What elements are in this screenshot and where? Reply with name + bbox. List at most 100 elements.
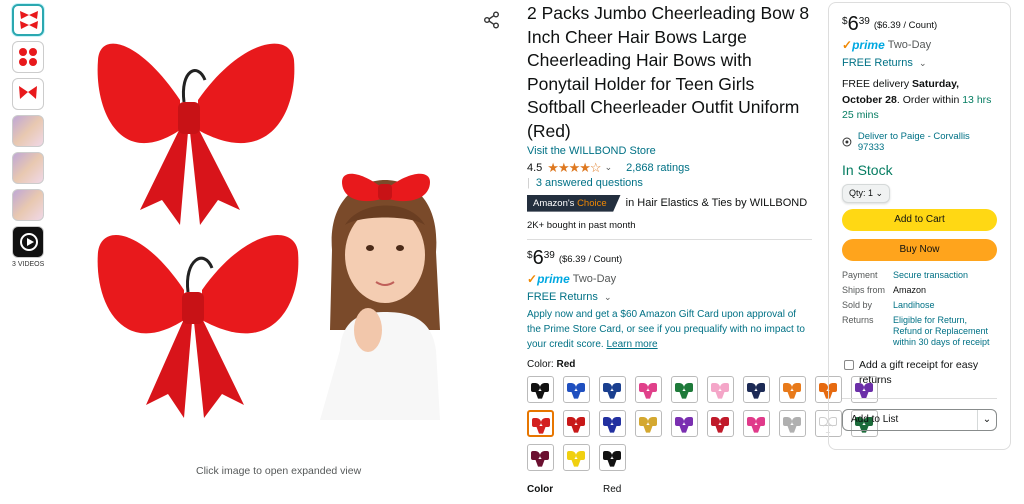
color-swatch[interactable]	[563, 409, 590, 437]
color-swatch[interactable]	[743, 375, 770, 403]
free-returns-link[interactable]: FREE Returns ⌄	[527, 291, 812, 303]
seller-link[interactable]: Landihose	[893, 300, 997, 311]
buybox-free-returns-label: FREE Returns	[842, 57, 913, 69]
share-icon[interactable]	[483, 11, 501, 29]
add-to-list-control: Add to List ⌄	[842, 408, 997, 431]
thumbnail-video[interactable]	[12, 226, 44, 258]
free-delivery-text: FREE delivery	[842, 78, 913, 90]
seller-info: Payment Secure transaction Ships from Am…	[842, 270, 997, 348]
videos-count-label: 3 VIDEOS	[12, 261, 45, 268]
color-swatch[interactable]	[527, 375, 554, 403]
play-icon	[20, 233, 38, 251]
star-rating-icon[interactable]: ★★★★☆	[547, 160, 601, 176]
prime-badge[interactable]: ✓ prime Two-Day	[527, 272, 812, 286]
add-to-cart-button[interactable]: Add to Cart	[842, 208, 997, 231]
thumbnail-photo-3[interactable]	[12, 189, 44, 221]
secure-transaction-link[interactable]: Secure transaction	[893, 270, 997, 281]
ships-from-key: Ships from	[842, 284, 886, 295]
color-swatch[interactable]	[599, 443, 626, 471]
spec-color-value: Red	[603, 483, 622, 495]
amazons-choice-row: Amazon's Choice in Hair Elastics & Ties …	[527, 194, 812, 212]
thumbnail-photo-2[interactable]	[12, 152, 44, 184]
color-spec-row: Color Red	[527, 484, 812, 495]
color-swatch[interactable]	[635, 375, 662, 403]
color-swatch[interactable]	[599, 409, 626, 437]
color-swatch[interactable]	[563, 443, 590, 471]
store-link[interactable]: Visit the WILLBOND Store	[527, 145, 812, 157]
deliver-to-location[interactable]: Deliver to Paige - Corvallis 97333	[842, 131, 997, 153]
color-swatch[interactable]	[599, 375, 626, 403]
selected-color: Red	[556, 358, 576, 370]
color-swatch[interactable]	[779, 375, 806, 403]
color-swatch[interactable]	[527, 443, 554, 471]
chevron-down-icon[interactable]: ⌄	[605, 162, 613, 173]
color-label: Color:	[527, 358, 554, 370]
badge-category[interactable]: in Hair Elastics & Ties by WILLBOND	[626, 197, 808, 209]
buy-box: $ 6 39 ($6.39 / Count) ✓ prime Two-Day F…	[828, 2, 1011, 450]
buy-now-button[interactable]: Buy Now	[842, 238, 997, 261]
amazons-choice-badge: Amazon's Choice	[527, 194, 621, 212]
prime-two-day: Two-Day	[572, 272, 617, 285]
buybox-prime-badge[interactable]: ✓ prime Two-Day	[842, 38, 997, 52]
delivery-info: FREE delivery Saturday, October 28. Orde…	[842, 77, 997, 124]
store-card-offer[interactable]: Apply now and get a $60 Amazon Gift Card…	[527, 307, 812, 352]
order-within-text: . Order within	[896, 93, 963, 106]
bought-in-past-month: 2K+ bought in past month	[527, 220, 812, 240]
buybox-price-whole: 6	[847, 13, 859, 35]
color-swatch[interactable]	[671, 409, 698, 437]
in-stock-status: In Stock	[842, 161, 893, 178]
thumbnail-bows-2[interactable]	[12, 41, 44, 73]
color-swatches	[527, 375, 878, 471]
color-swatch[interactable]	[527, 409, 554, 437]
buybox-price-fraction: 39	[858, 16, 870, 27]
product-title: 2 Packs Jumbo Cheerleading Bow 8 Inch Ch…	[527, 3, 810, 141]
buybox-price: $ 6 39 ($6.39 / Count)	[842, 13, 997, 35]
gift-receipt-checkbox[interactable]	[844, 359, 854, 370]
badge-prefix: Amazon's	[533, 197, 578, 209]
product-details: 2 Packs Jumbo Cheerleading Bow 8 Inch Ch…	[527, 2, 878, 495]
add-to-list-button[interactable]: Add to List	[843, 409, 978, 430]
main-product-image[interactable]	[80, 20, 480, 420]
ships-from-value: Amazon	[893, 284, 927, 295]
returns-policy-link[interactable]: Eligible for Return, Refund or Replaceme…	[893, 315, 997, 348]
buybox-free-returns-link[interactable]: FREE Returns ⌄	[842, 57, 997, 69]
learn-more-link[interactable]: Learn more	[606, 339, 657, 350]
chevron-down-icon: ⌄	[603, 291, 612, 302]
payment-key: Payment	[842, 269, 878, 280]
color-swatch[interactable]	[707, 375, 734, 403]
prime-check-icon: ✓	[842, 38, 853, 52]
prime-check-icon: ✓	[527, 271, 538, 286]
thumbnail-bows[interactable]	[12, 4, 44, 36]
color-swatch[interactable]	[779, 409, 806, 437]
answered-questions: | 3 answered questions	[527, 176, 643, 189]
gift-receipt-option[interactable]: Add a gift receipt for easy returns	[842, 358, 997, 399]
quantity-value: Qty: 1	[849, 187, 874, 198]
chevron-down-icon[interactable]: ⌄	[978, 414, 996, 425]
thumbnail-photo-1[interactable]	[12, 115, 44, 147]
thumbnail-bow-detail[interactable]	[12, 78, 44, 110]
color-selector-label: Color: Red	[527, 359, 812, 370]
ratings-count-link[interactable]: 2,868 ratings	[626, 162, 690, 174]
badge-suffix: Choice	[577, 197, 607, 209]
expand-image-hint: Click image to open expanded view	[196, 465, 362, 477]
prime-logo: prime	[537, 271, 570, 286]
price: $ 6 39 ($6.39 / Count)	[527, 247, 812, 269]
price-whole: 6	[532, 246, 544, 269]
buybox-price-per-count: ($6.39 / Count)	[873, 20, 938, 31]
buybox-prime-two-day: Two-Day	[887, 39, 932, 51]
color-swatch[interactable]	[707, 409, 734, 437]
color-swatch[interactable]	[743, 409, 770, 437]
girl-model-photo	[302, 173, 468, 420]
chevron-down-icon: ⌄	[875, 187, 884, 198]
color-swatch[interactable]	[671, 375, 698, 403]
free-returns-label: FREE Returns	[527, 290, 598, 303]
color-swatch[interactable]	[563, 375, 590, 403]
quantity-select[interactable]: Qty: 1 ⌄	[842, 183, 891, 203]
answered-questions-link[interactable]: 3 answered questions	[536, 177, 643, 189]
prime-logo: prime	[852, 38, 885, 52]
location-pin-icon	[842, 137, 852, 146]
rating-value: 4.5	[527, 161, 543, 174]
color-swatch[interactable]	[635, 409, 662, 437]
chevron-down-icon: ⌄	[918, 58, 927, 68]
store-card-offer-text: Apply now and get a $60 Amazon Gift Card…	[527, 308, 805, 350]
